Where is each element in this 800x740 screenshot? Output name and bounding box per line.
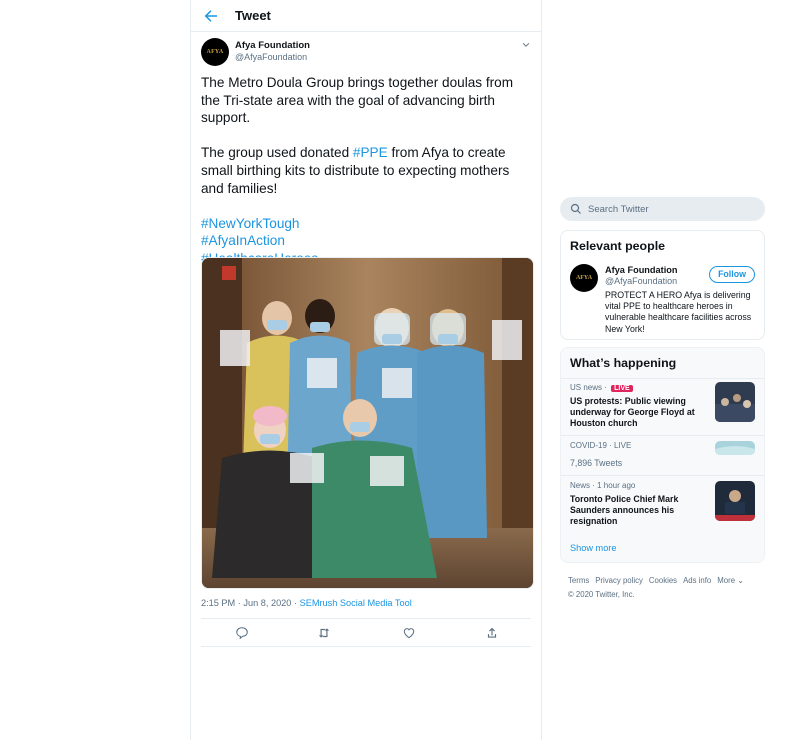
search-input[interactable]: [588, 197, 758, 221]
trend-title: US protests: Public viewing underway for…: [570, 396, 695, 428]
tweet-photo[interactable]: [201, 257, 534, 589]
like-icon[interactable]: [402, 626, 416, 640]
relevant-people-title: Relevant people: [570, 239, 666, 253]
whats-happening-card: What’s happening US news · LIVE US prote…: [560, 347, 765, 563]
trend-category-text: US news ·: [570, 383, 610, 392]
author-name[interactable]: Afya Foundation: [235, 40, 310, 51]
search-box[interactable]: [560, 197, 765, 221]
tweet-timestamp[interactable]: 2:15 PM · Jun 8, 2020: [201, 598, 291, 608]
search-icon: [570, 203, 581, 214]
hashtag-link[interactable]: #AfyaInAction: [201, 232, 531, 250]
trend-item[interactable]: News · 1 hour ago Toronto Police Chief M…: [561, 475, 764, 535]
trend-thumbnail: [715, 441, 755, 455]
chevron-down-icon[interactable]: [521, 40, 531, 50]
relevant-person-bio: PROTECT A HERO Afya is delivering vital …: [605, 290, 752, 334]
author-handle[interactable]: @AfyaFoundation: [235, 52, 307, 62]
tweet-actions: [191, 622, 543, 644]
avatar-logo-text: AFYA: [575, 275, 593, 281]
trend-thumbnail: [715, 382, 755, 422]
footer-link-terms[interactable]: Terms: [568, 576, 589, 585]
back-arrow-icon[interactable]: [202, 7, 220, 25]
divider: [201, 618, 531, 619]
footer-link-cookies[interactable]: Cookies: [649, 576, 677, 585]
retweet-icon[interactable]: [317, 626, 331, 640]
relevant-people-card: Relevant people AFYA Afya Foundation @Af…: [560, 230, 765, 340]
show-more-link[interactable]: Show more: [570, 543, 616, 553]
whats-happening-title: What’s happening: [570, 356, 677, 370]
relevant-person-handle[interactable]: @AfyaFoundation: [605, 276, 677, 286]
reply-icon[interactable]: [235, 626, 249, 640]
avatar-logo-text: AFYA: [206, 49, 224, 55]
tweet-author: AFYA Afya Foundation @AfyaFoundation: [201, 38, 531, 68]
hashtag-link[interactable]: #PPE: [353, 145, 388, 160]
trend-item[interactable]: COVID-19 · LIVE 7,896 Tweets: [561, 435, 764, 475]
tweet-meta: 2:15 PM · Jun 8, 2020 · SEMrush Social M…: [201, 598, 412, 608]
main-column: Tweet AFYA Afya Foundation @AfyaFoundati…: [190, 0, 542, 740]
trend-category: COVID-19 · LIVE: [570, 441, 632, 450]
live-badge: LIVE: [611, 385, 633, 392]
trend-thumbnail: [715, 481, 755, 521]
footer-link-privacy[interactable]: Privacy policy: [595, 576, 643, 585]
tweet-paragraph-1: The Metro Doula Group brings together do…: [201, 75, 514, 126]
footer: Terms Privacy policy Cookies Ads info More ⌄…: [568, 574, 768, 601]
tweet-paragraph-2: The group used donated #PPE from Afya to…: [201, 144, 531, 197]
meta-separator: ·: [291, 598, 300, 608]
page-title: Tweet: [235, 8, 271, 23]
avatar[interactable]: AFYA: [570, 264, 598, 292]
trend-title: Toronto Police Chief Mark Saunders annou…: [570, 494, 679, 526]
tweet-source-link[interactable]: SEMrush Social Media Tool: [300, 598, 412, 608]
trend-item[interactable]: US news · LIVE US protests: Public viewi…: [561, 378, 764, 435]
chevron-down-icon: ⌄: [737, 576, 744, 585]
tweet-text: The Metro Doula Group brings together do…: [201, 74, 531, 268]
trend-tweet-count: 7,896 Tweets: [570, 458, 623, 468]
footer-links: Terms Privacy policy Cookies Ads info More ⌄: [568, 574, 768, 588]
follow-button[interactable]: Follow: [709, 266, 755, 283]
tweet-text-segment: The group used donated: [201, 145, 353, 161]
copyright: © 2020 Twitter, Inc.: [568, 589, 635, 599]
hashtag-link[interactable]: #NewYorkTough: [201, 215, 531, 233]
trend-category: US news · LIVE: [570, 383, 633, 392]
avatar[interactable]: AFYA: [201, 38, 229, 66]
footer-link-ads[interactable]: Ads info: [683, 576, 711, 585]
header: Tweet: [191, 0, 541, 32]
trend-category: News · 1 hour ago: [570, 481, 636, 490]
relevant-person-name[interactable]: Afya Foundation: [605, 265, 677, 275]
share-icon[interactable]: [485, 626, 499, 640]
photo-image: [202, 258, 533, 588]
footer-more-label: More: [717, 576, 736, 585]
footer-link-more[interactable]: More ⌄: [717, 576, 743, 585]
divider: [201, 646, 531, 647]
